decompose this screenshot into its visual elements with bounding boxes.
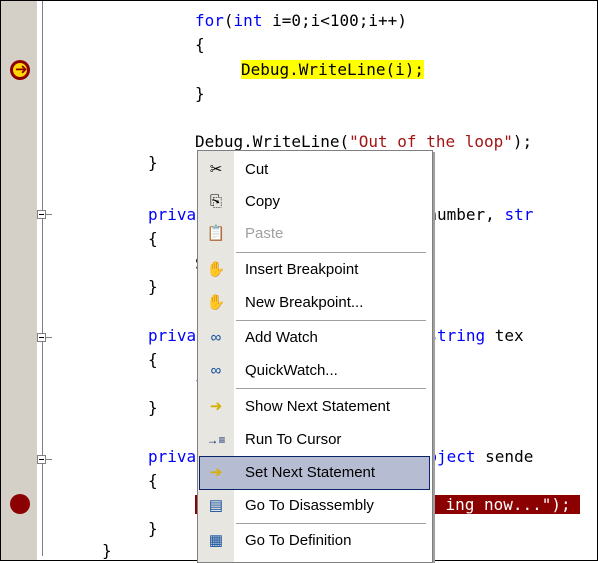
context-menu: ✂ Cut ⎘ Copy 📋 Paste ✋ Insert Breakpoint…	[197, 150, 433, 563]
menu-item-go-to-disassembly[interactable]: ▤ Go To Disassembly	[200, 490, 429, 522]
menu-item-label: Go To Definition	[245, 532, 352, 549]
menu-separator	[236, 523, 426, 524]
code-line: Debug.WriteLine("Out of the loop");	[195, 132, 533, 151]
code-line: {	[148, 229, 158, 248]
outline-tick	[46, 337, 52, 338]
menu-item-set-next-statement[interactable]: ➜ Set Next Statement	[199, 456, 430, 490]
menu-item-label: Copy	[245, 193, 281, 210]
menu-item-new-breakpoint[interactable]: ✋ New Breakpoint...	[200, 287, 429, 319]
menu-item-label: Run To Cursor	[245, 431, 342, 448]
collapse-toggle-icon[interactable]	[37, 455, 46, 464]
menu-item-add-watch[interactable]: ∞ Add Watch	[200, 322, 429, 354]
menu-item-insert-breakpoint[interactable]: ✋ Insert Breakpoint	[200, 254, 429, 286]
arrow-right-icon: ➜	[209, 398, 223, 415]
copy-icon: ⎘	[209, 193, 222, 210]
code-line: for(int i=0;i<100;i++)	[195, 11, 407, 30]
menu-item-label: Show Next Statement	[245, 398, 391, 415]
collapse-toggle-icon[interactable]	[37, 333, 46, 342]
glasses-icon: ∞	[210, 329, 222, 346]
menu-item-go-to-definition[interactable]: ▦ Go To Definition	[200, 525, 429, 557]
current-statement-breakpoint-icon[interactable]: ➜	[10, 60, 30, 80]
menu-item-label: Go To Disassembly	[245, 497, 374, 514]
set-next-statement-icon: ➜	[209, 464, 223, 481]
menu-separator	[236, 252, 426, 253]
menu-item-label: Set Next Statement	[245, 464, 376, 481]
run-to-cursor-icon: →≡	[206, 433, 226, 447]
menu-item-label: Cut	[245, 161, 269, 178]
code-line: }	[148, 153, 158, 172]
code-line: }	[148, 277, 158, 296]
menu-item-quickwatch[interactable]: ∞ QuickWatch...	[200, 355, 429, 387]
menu-item-label: QuickWatch...	[245, 362, 338, 379]
definition-icon: ▦	[208, 532, 224, 549]
menu-item-copy[interactable]: ⎘ Copy	[200, 186, 429, 218]
collapse-toggle-icon[interactable]	[37, 210, 46, 219]
outline-tick	[46, 459, 52, 460]
disassembly-icon: ▤	[208, 497, 224, 514]
code-line: {	[195, 35, 205, 54]
menu-item-label: Insert Breakpoint	[245, 261, 359, 278]
menu-item-run-to-cursor[interactable]: →≡ Run To Cursor	[200, 424, 429, 456]
menu-separator	[236, 320, 426, 321]
paste-icon: 📋	[206, 225, 226, 242]
code-line: {	[148, 471, 158, 490]
outline-tick	[46, 214, 52, 215]
menu-item-label: Paste	[245, 225, 284, 242]
menu-item-label: Add Watch	[245, 329, 318, 346]
menu-item-label: New Breakpoint...	[245, 294, 364, 311]
breakpoint-icon[interactable]	[10, 494, 30, 514]
glasses-icon: ∞	[210, 362, 222, 379]
menu-item-cut[interactable]: ✂ Cut	[200, 154, 429, 186]
breakpoint-gutter[interactable]	[1, 1, 38, 560]
menu-item-paste: 📋 Paste	[200, 218, 429, 250]
code-line: {	[148, 350, 158, 369]
code-line: }	[102, 541, 112, 560]
outline-guide-line	[42, 1, 43, 556]
scissors-icon: ✂	[209, 161, 223, 178]
menu-item-show-next-statement[interactable]: ➜ Show Next Statement	[200, 391, 429, 423]
code-line: }	[148, 398, 158, 417]
menu-separator	[236, 388, 426, 389]
code-line: }	[195, 84, 205, 103]
code-line: }	[148, 519, 158, 538]
new-breakpoint-icon: ✋	[206, 294, 226, 311]
hand-icon: ✋	[206, 261, 226, 278]
current-statement-line: Debug.WriteLine(i);	[241, 60, 425, 79]
